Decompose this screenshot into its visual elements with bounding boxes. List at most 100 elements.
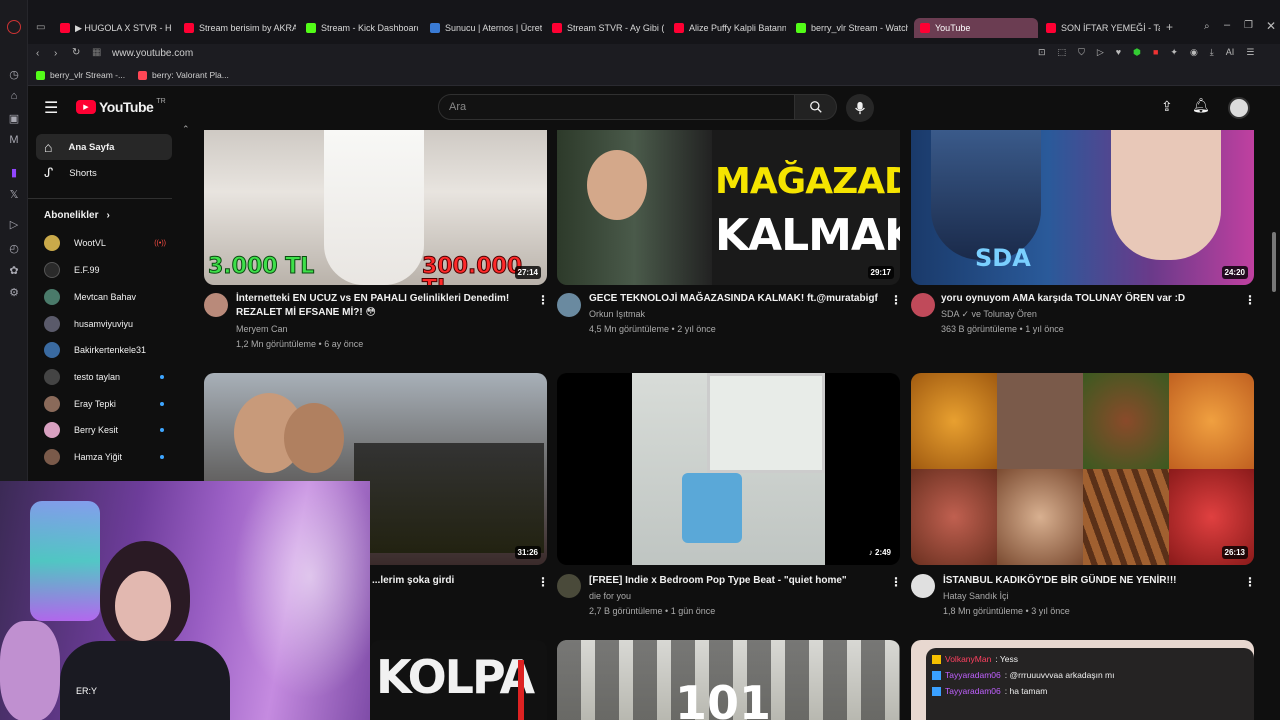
scrollbar-thumb[interactable]	[1272, 232, 1276, 292]
channel-name[interactable]: SDA ✓ ve Tolunay Ören	[941, 307, 1037, 322]
channel-avatar[interactable]	[557, 574, 581, 598]
clock-icon[interactable]: ◴	[6, 240, 22, 256]
search-input[interactable]: Ara	[438, 94, 795, 120]
channel-avatar[interactable]	[911, 574, 935, 598]
forward-icon[interactable]: ›	[54, 48, 57, 59]
site-info-icon[interactable]: ▦	[92, 47, 101, 58]
puzzle-icon[interactable]: ✦	[1170, 47, 1178, 58]
video-title[interactable]: [FREE] Indie x Bedroom Pop Type Beat - "…	[589, 574, 879, 588]
minimize-button[interactable]: –	[1224, 19, 1230, 31]
opera-logo-icon[interactable]	[7, 20, 21, 34]
channel-name[interactable]: Orkun Işıtmak	[589, 307, 645, 322]
voice-search-button[interactable]	[846, 94, 874, 122]
notifications-bell-icon[interactable]: 🔔︎	[1192, 97, 1210, 114]
camera-icon[interactable]: ⊡	[1038, 47, 1046, 58]
subscription-name: Mevtcan Bahav	[74, 292, 137, 302]
video-thumbnail[interactable]: KOLPA	[370, 640, 547, 720]
back-icon[interactable]: ‹	[36, 48, 39, 59]
x-icon[interactable]: 𝕏	[6, 186, 22, 202]
app-m-icon[interactable]: M	[6, 132, 22, 148]
ai-button[interactable]: AI	[1226, 47, 1235, 58]
subscription-item[interactable]: Berry Kesit	[44, 419, 172, 441]
tab-youtube-active[interactable]: YouTube	[914, 18, 1038, 38]
account-avatar[interactable]	[1228, 97, 1250, 119]
video-title[interactable]: İSTANBUL KADIKÖY'DE BİR GÜNDE NE YENİR!!…	[943, 574, 1233, 588]
channel-name[interactable]: die for you	[589, 589, 631, 604]
channel-name[interactable]: Hatay Sandık İçi	[943, 589, 1009, 604]
bookmark-0[interactable]: berry_vlr Stream -...	[36, 70, 125, 80]
upload-icon[interactable]: ⇪	[1161, 98, 1173, 115]
video-title[interactable]: İnternetteki EN UCUZ vs EN PAHALI Gelinl…	[236, 292, 526, 320]
subscription-item[interactable]: testo taylan	[44, 366, 172, 388]
screenshot-icon[interactable]: ⬚	[1058, 47, 1067, 58]
search-tabs-icon[interactable]: ⌕	[1204, 21, 1210, 32]
sidebar-item-home[interactable]: ⌂ Ana Sayfa	[36, 134, 172, 160]
settings-gear-icon[interactable]: ⚙	[6, 284, 22, 300]
extensions-icon[interactable]: ✿	[6, 262, 22, 278]
more-options-icon[interactable]: ⋮	[537, 575, 549, 589]
tab-0[interactable]: ▶ HUGOLA X STVR - HU	[54, 18, 172, 38]
tab-2[interactable]: Stream - Kick Dashboard	[300, 18, 418, 38]
bookmark-1[interactable]: berry: Valorant Pla...	[138, 70, 229, 80]
subscription-item[interactable]: Hamza Yiğit	[44, 446, 172, 468]
heart-icon[interactable]: ♥	[1116, 47, 1121, 58]
video-thumbnail[interactable]: 101	[557, 640, 900, 720]
history-icon[interactable]: ◷	[6, 66, 22, 82]
subscriptions-heading[interactable]: Abonelikler ›	[44, 210, 110, 221]
tab-4[interactable]: Stream STVR - Ay Gibi (p	[546, 18, 664, 38]
tab-menu-icon[interactable]: ▭	[36, 22, 45, 33]
collapse-chevron-icon[interactable]: ⌃	[182, 124, 190, 135]
messenger-icon[interactable]: ▣	[6, 110, 22, 126]
video-thumbnail[interactable]: 3.000 TL 300.000 TL 27:14	[204, 130, 547, 285]
extension-red-icon[interactable]: ■	[1153, 47, 1158, 58]
download-icon[interactable]: ⤓	[1210, 47, 1214, 58]
video-title[interactable]: yoru oynuyom AMA karşıda TOLUNAY ÖREN va…	[941, 292, 1231, 306]
tab-8[interactable]: SON İFTAR YEMEĞİ - Tal	[1040, 18, 1160, 38]
player-icon[interactable]: ▷	[6, 216, 22, 232]
new-tab-button[interactable]: +	[1166, 20, 1173, 34]
tab-5[interactable]: Alize Puffy Kalpli Batann	[668, 18, 786, 38]
shield-icon[interactable]: ⛉	[1078, 47, 1085, 58]
video-thumbnail[interactable]: SDA 24:20	[911, 130, 1254, 285]
video-thumbnail[interactable]: MAĞAZADA KALMAK! 29:17	[557, 130, 900, 285]
subscription-item[interactable]: Bakirkertenkele31	[44, 339, 172, 361]
search-button[interactable]	[795, 94, 837, 120]
video-title[interactable]: ...lerim şoka girdi	[372, 574, 454, 588]
more-options-icon[interactable]: ⋮	[1244, 575, 1256, 589]
channel-name[interactable]: Meryem Can	[236, 322, 288, 337]
video-thumbnail[interactable]: 26:13	[911, 373, 1254, 565]
plush-shape	[0, 621, 60, 720]
tab-3[interactable]: Sunucu | Aternos | Ücret	[424, 18, 542, 38]
more-options-icon[interactable]: ⋮	[537, 293, 549, 307]
channel-avatar[interactable]	[557, 293, 581, 317]
twitch-icon[interactable]: ▮	[6, 164, 22, 180]
subscription-item[interactable]: husamviyuviyu	[44, 313, 172, 335]
bag-icon[interactable]: ⌂	[6, 88, 22, 104]
sidebar-item-shorts[interactable]: ᔑ Shorts	[36, 160, 172, 186]
vpn-icon[interactable]: ⬢	[1133, 47, 1141, 58]
tab-6[interactable]: berry_vlr Stream - Watch	[790, 18, 908, 38]
youtube-favicon-icon	[920, 23, 930, 33]
more-options-icon[interactable]: ⋮	[1244, 293, 1256, 307]
more-options-icon[interactable]: ⋮	[890, 575, 902, 589]
video-title[interactable]: GECE TEKNOLOJİ MAĞAZASINDA KALMAK! ft.@m…	[589, 292, 879, 306]
reload-icon[interactable]: ↻	[72, 47, 80, 58]
subscription-name: Berry Kesit	[74, 425, 119, 435]
video-thumbnail[interactable]: ♪ 2:49	[557, 373, 900, 565]
more-options-icon[interactable]: ⋮	[890, 293, 902, 307]
subscription-item[interactable]: Eray Tepki	[44, 393, 172, 415]
tab-1[interactable]: Stream berisim by AKRA	[178, 18, 296, 38]
menu-icon[interactable]: ☰	[1246, 47, 1254, 58]
url-field[interactable]: www.youtube.com	[112, 48, 193, 59]
close-window-button[interactable]: ✕	[1266, 19, 1276, 33]
hamburger-menu-icon[interactable]: ☰	[44, 98, 58, 118]
subscription-item[interactable]: E.F.99	[44, 259, 172, 281]
channel-avatar[interactable]	[204, 293, 228, 317]
youtube-logo[interactable]: ▶ YouTube TR	[76, 98, 166, 115]
play-icon[interactable]: ▷	[1097, 47, 1104, 58]
subscription-item[interactable]: WootVL ((•))	[44, 232, 172, 254]
subscription-item[interactable]: Mevtcan Bahav	[44, 286, 172, 308]
channel-avatar[interactable]	[911, 293, 935, 317]
profile-icon[interactable]: ◉	[1190, 47, 1198, 58]
maximize-button[interactable]: ❐	[1244, 20, 1253, 31]
